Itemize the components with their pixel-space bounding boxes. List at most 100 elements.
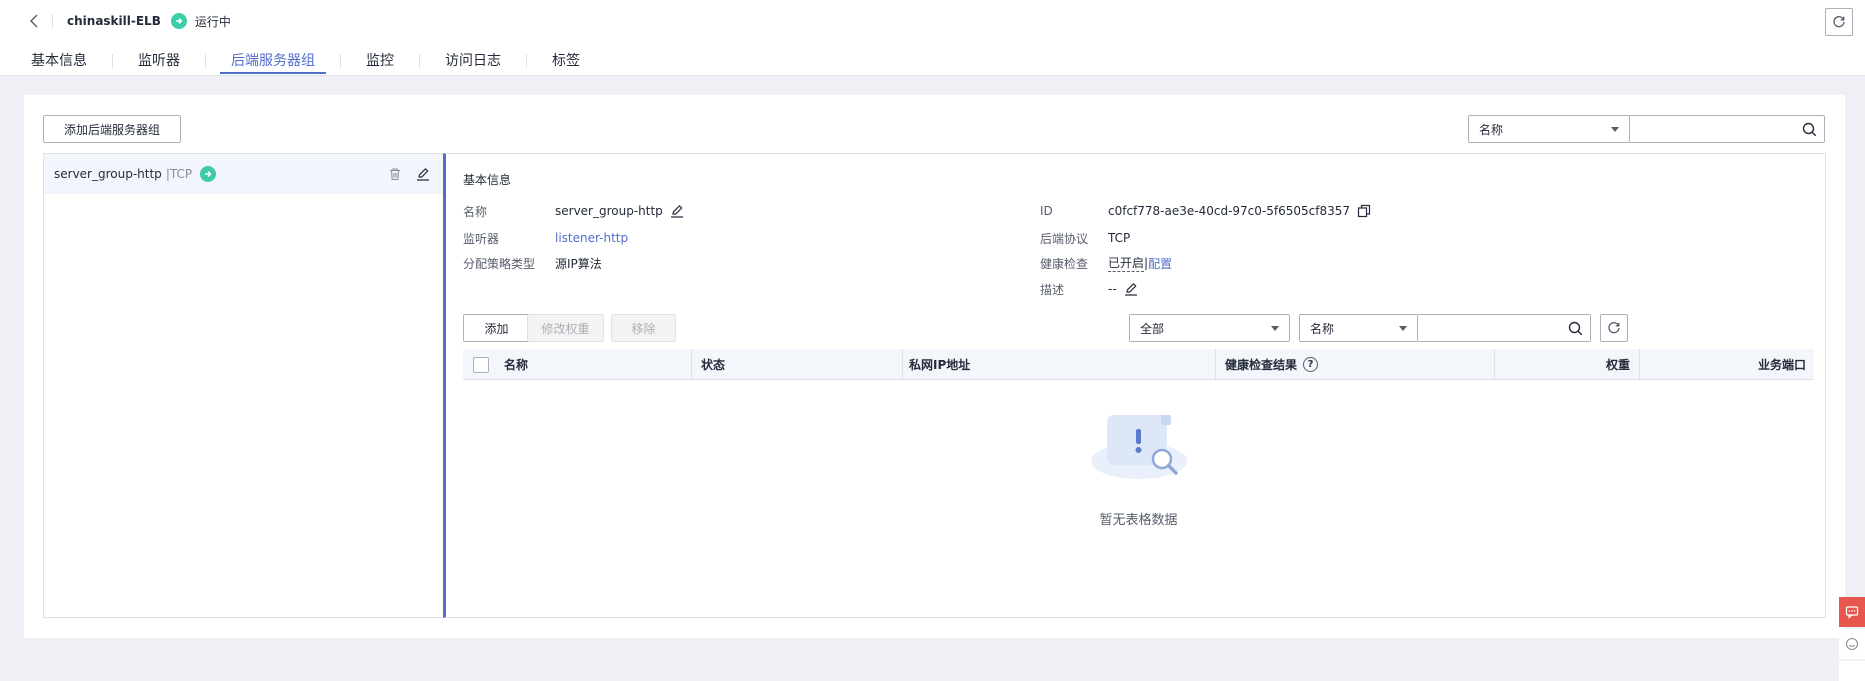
name-value: server_group-http <box>555 204 663 218</box>
column-divider <box>902 349 903 380</box>
table-header: 名称 状态 私网IP地址 健康检查结果 ? 权重 业务端口 <box>463 349 1814 380</box>
tab-bar: 基本信息 监听器 后端服务器组 监控 访问日志 标签 <box>20 46 591 76</box>
health-check-row: 健康检查 已开启 | 配置 <box>1040 254 1172 272</box>
column-health-result-label[interactable]: 健康检查结果 <box>1225 356 1297 373</box>
top-bar: chinaskill-ELB 运行中 基本信息 监听器 后端服务器组 监控 访问… <box>0 0 1865 76</box>
add-server-group-button[interactable]: 添加后端服务器组 <box>43 115 181 143</box>
status-filter-selected: 全部 <box>1140 321 1165 336</box>
protocol-label: 后端协议 <box>1040 231 1089 246</box>
resource-name: chinaskill-ELB <box>67 14 161 28</box>
refresh-button[interactable] <box>1825 8 1853 36</box>
id-row: ID c0fcf778-ae3e-40cd-97c0-5f6505cf8357 <box>1040 202 1372 220</box>
tab-divider <box>340 54 341 68</box>
column-divider <box>691 349 692 380</box>
search-field-selected: 名称 <box>1479 122 1504 137</box>
more-tools-button[interactable] <box>1839 661 1865 681</box>
running-status-icon <box>200 166 217 182</box>
algorithm-label: 分配策略类型 <box>463 256 536 271</box>
column-business-port[interactable]: 业务端口 <box>1649 349 1806 380</box>
copy-icon[interactable] <box>1356 203 1372 219</box>
server-group-list: server_group-http | TCP <box>43 153 443 618</box>
algorithm-value: 源IP算法 <box>555 256 602 271</box>
listener-label: 监听器 <box>463 231 500 246</box>
column-name[interactable]: 名称 <box>504 349 528 380</box>
column-weight[interactable]: 权重 <box>1504 349 1630 380</box>
chat-icon <box>1845 606 1859 619</box>
server-group-protocol: TCP <box>169 167 193 181</box>
tab-divider <box>526 54 527 68</box>
column-status[interactable]: 状态 <box>701 349 725 380</box>
smiley-icon <box>1845 637 1859 651</box>
tab-divider <box>112 54 113 68</box>
status-text: 运行中 <box>194 14 231 29</box>
running-status-icon <box>170 13 187 29</box>
health-check-label: 健康检查 <box>1040 256 1089 271</box>
health-check-config-link[interactable]: 配置 <box>1148 255 1172 272</box>
id-value: c0fcf778-ae3e-40cd-97c0-5f6505cf8357 <box>1108 204 1351 218</box>
trash-icon[interactable] <box>387 166 403 182</box>
search-icon[interactable] <box>1802 122 1817 140</box>
search-input[interactable] <box>1630 116 1794 142</box>
select-all-checkbox[interactable] <box>473 356 489 373</box>
member-search-field-select[interactable]: 名称 <box>1299 314 1418 342</box>
member-search-box <box>1418 314 1591 342</box>
server-group-name: server_group-http <box>54 167 162 181</box>
caret-down-icon <box>1399 326 1407 331</box>
search-icon[interactable] <box>1568 321 1583 339</box>
help-icon[interactable]: ? <box>1303 357 1319 372</box>
tab-divider <box>205 54 206 68</box>
empty-state-text: 暂无表格数据 <box>1099 513 1178 528</box>
listener-row: 监听器 listener-http <box>463 229 628 247</box>
name-row: 名称 server_group-http <box>463 202 685 220</box>
remove-member-button[interactable]: 移除 <box>611 314 676 342</box>
refresh-icon <box>1608 322 1620 334</box>
assistant-button[interactable] <box>1839 629 1865 659</box>
name-label: 名称 <box>463 204 488 219</box>
chevron-left-icon <box>30 14 38 28</box>
members-table: 名称 状态 私网IP地址 健康检查结果 ? 权重 业务端口 暂无表格数据 <box>463 349 1814 528</box>
listener-link[interactable]: listener-http <box>555 231 628 245</box>
tab-basic-info[interactable]: 基本信息 <box>20 46 98 76</box>
algorithm-row: 分配策略类型 源IP算法 <box>463 254 602 272</box>
description-label: 描述 <box>1040 282 1065 297</box>
tab-backend-server-groups[interactable]: 后端服务器组 <box>220 46 326 76</box>
tab-divider <box>419 54 420 68</box>
id-label: ID <box>1040 204 1053 218</box>
section-title: 基本信息 <box>463 173 512 187</box>
content-card: 添加后端服务器组 名称 server_group-http | TCP 基本信息… <box>24 95 1845 638</box>
description-value: -- <box>1108 282 1117 296</box>
member-search-field-selected: 名称 <box>1310 321 1335 336</box>
feedback-button[interactable] <box>1839 597 1865 627</box>
tab-tags[interactable]: 标签 <box>541 46 591 76</box>
edit-description-icon[interactable] <box>1123 281 1139 297</box>
caret-down-icon <box>1611 127 1619 132</box>
search-box <box>1630 115 1825 143</box>
status-filter-select[interactable]: 全部 <box>1129 314 1290 342</box>
health-check-value: 已开启 <box>1108 256 1145 272</box>
divider <box>52 14 53 28</box>
edit-name-icon[interactable] <box>669 203 685 219</box>
column-private-ip[interactable]: 私网IP地址 <box>909 349 970 380</box>
floating-toolbar <box>1839 597 1865 681</box>
select-all-checkbox-cell <box>473 349 489 380</box>
edit-icon[interactable] <box>415 166 431 182</box>
member-search-input[interactable] <box>1418 315 1560 341</box>
tab-monitoring[interactable]: 监控 <box>355 46 405 76</box>
back-button[interactable] <box>24 11 44 31</box>
protocol-value: TCP <box>1108 231 1131 245</box>
description-row: 描述 -- <box>1040 280 1139 298</box>
caret-down-icon <box>1271 326 1279 331</box>
member-refresh-button[interactable] <box>1600 314 1628 342</box>
add-member-button[interactable]: 添加 <box>463 314 530 342</box>
empty-state: 暂无表格数据 <box>463 409 1814 528</box>
column-divider <box>1494 349 1495 380</box>
protocol-row: 后端协议 TCP <box>1040 229 1130 247</box>
modify-weight-button[interactable]: 修改权重 <box>527 314 604 342</box>
tab-access-logs[interactable]: 访问日志 <box>434 46 512 76</box>
refresh-icon <box>1833 16 1845 28</box>
tab-listeners[interactable]: 监听器 <box>127 46 191 76</box>
search-field-select[interactable]: 名称 <box>1468 115 1630 143</box>
title-row: chinaskill-ELB 运行中 <box>24 10 231 32</box>
server-group-item[interactable]: server_group-http | TCP <box>44 154 443 194</box>
empty-data-illustration-icon <box>1090 415 1187 479</box>
